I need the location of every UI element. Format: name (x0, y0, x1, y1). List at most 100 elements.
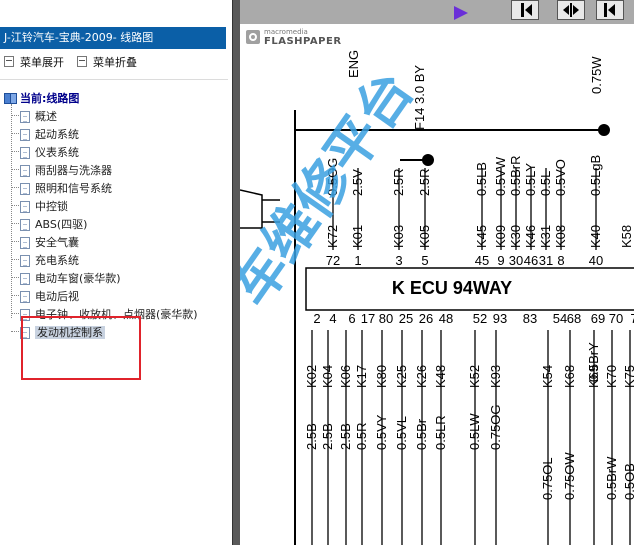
pin-number: 69 (591, 311, 605, 326)
wire-code: K54 (540, 365, 555, 388)
tree-item[interactable]: 中控锁 (11, 198, 68, 214)
tree-item-label: 电动车窗(豪华款) (35, 272, 121, 285)
wire-code: K75 (622, 365, 634, 388)
tree-item[interactable]: 电动后视 (11, 288, 79, 304)
pin-number: 93 (493, 311, 507, 326)
document-viewer: macromedia FLASHPAPER K ECU 94WAY 0.5OG K… (240, 0, 634, 545)
tree-root[interactable]: 当前:线路图 (4, 90, 79, 106)
pin-number: 31 (539, 253, 553, 268)
tree-connector (11, 151, 19, 152)
tree-connector (11, 313, 19, 314)
wire-spec: 0.5OB (622, 463, 634, 500)
wire-code: K45 (474, 225, 489, 248)
tree-item-label: 雨刮器与洗涤器 (35, 164, 112, 177)
splice-dot (422, 154, 434, 166)
wire-code: K08 (553, 225, 568, 248)
tree-item[interactable]: ABS(四驱) (11, 216, 87, 232)
expand-menu-button[interactable]: 菜单展开 (4, 54, 64, 70)
pin-number: 26 (419, 311, 433, 326)
wire-code: K05 (417, 225, 432, 248)
wire-spec: 0.75OL (540, 457, 555, 500)
book-icon (4, 93, 17, 104)
wire-code: K06 (338, 365, 353, 388)
wire-spec: 0.5LgB (588, 155, 603, 196)
wire-code: K58 (619, 225, 634, 248)
pin-number: 8 (557, 253, 564, 268)
tree-item[interactable]: 起动系统 (11, 126, 79, 142)
tree-connector (11, 133, 19, 134)
tree-item-label: 起动系统 (35, 128, 79, 141)
wire-spec: 0.5VL (394, 416, 409, 450)
tree-item-label: 仪表系统 (35, 146, 79, 159)
tree-item[interactable]: 概述 (11, 108, 57, 124)
tree-item[interactable]: 安全气囊 (11, 234, 79, 250)
pin-number: 30 (509, 253, 523, 268)
wire-spec: 0.5R (354, 423, 369, 450)
wire-spec: 0.5VW (493, 156, 508, 196)
wire-spec: ENG (346, 50, 361, 78)
wire-spec: 0.5LB (474, 162, 489, 196)
pane-splitter[interactable] (232, 0, 240, 545)
tree-connector (11, 295, 19, 296)
wire-code: K46 (523, 225, 538, 248)
document-icon (20, 219, 30, 231)
document-icon (20, 111, 30, 123)
wire-spec: 0.5LW (467, 413, 482, 450)
wire-code: K09 (493, 225, 508, 248)
tree-item[interactable]: 雨刮器与洗涤器 (11, 162, 112, 178)
tree-root-label: 当前:线路图 (20, 92, 80, 105)
wire-code: K93 (488, 365, 503, 388)
wire-code: K02 (304, 365, 319, 388)
pin-number: 52 (473, 311, 487, 326)
expand-icon (4, 56, 14, 67)
pin-number: 5 (421, 253, 428, 268)
wire-spec: 0.75W (589, 56, 604, 94)
pin-number: 80 (379, 311, 393, 326)
pin-number: 1 (354, 253, 361, 268)
pin-number: 3 (395, 253, 402, 268)
pin-number: 54 (553, 311, 567, 326)
wire-spec: 0.75OW (562, 452, 577, 500)
wire-spec: 0.5BrR (508, 156, 523, 196)
tree-item-label: 概述 (35, 110, 57, 123)
wire-code: K03 (391, 225, 406, 248)
wire-code: K25 (394, 365, 409, 388)
wire-spec: 2.5B (320, 423, 335, 450)
pin-number: 68 (567, 311, 581, 326)
pin-number: 72 (326, 253, 340, 268)
tree-item-label: 照明和信号系统 (35, 182, 112, 195)
tree-connector (11, 169, 19, 170)
tree-item[interactable]: 电动车窗(豪华款) (11, 270, 121, 286)
collapse-icon (77, 56, 87, 67)
document-icon (20, 183, 30, 195)
wire-spec: 0.5L (538, 171, 553, 196)
tree-item[interactable]: 仪表系统 (11, 144, 79, 160)
wire-spec: 2.5B (304, 423, 319, 450)
separator (0, 79, 228, 80)
wire-code: K26 (414, 365, 429, 388)
pin-number: 7 (630, 311, 634, 326)
connector-bracket (240, 189, 263, 229)
wire-code: K17 (354, 365, 369, 388)
tree-item[interactable]: 充电系统 (11, 252, 79, 268)
wire-spec: 0.5BrW (604, 456, 619, 500)
tree-item-label: 电动后视 (35, 290, 79, 303)
pin-number: 25 (399, 311, 413, 326)
pin-number: 9 (497, 253, 504, 268)
highlight-box (21, 316, 141, 380)
tree-item-label: 充电系统 (35, 254, 79, 267)
pin-number: 48 (439, 311, 453, 326)
tree-connector (11, 277, 19, 278)
tree-item[interactable]: 照明和信号系统 (11, 180, 112, 196)
ecu-label: K ECU 94WAY (392, 278, 512, 298)
wire-code: K48 (433, 365, 448, 388)
document-icon (20, 255, 30, 267)
window-title: J-江铃汽车-宝典-2009- 线路图 (0, 27, 226, 49)
collapse-menu-button[interactable]: 菜单折叠 (77, 54, 137, 70)
pin-number: 40 (589, 253, 603, 268)
collapse-menu-label: 菜单折叠 (93, 56, 137, 69)
wire-code: K30 (508, 225, 523, 248)
wire-code: K68 (562, 365, 577, 388)
splice-dot (598, 124, 610, 136)
wire-spec: 0.5BrY (586, 342, 601, 382)
